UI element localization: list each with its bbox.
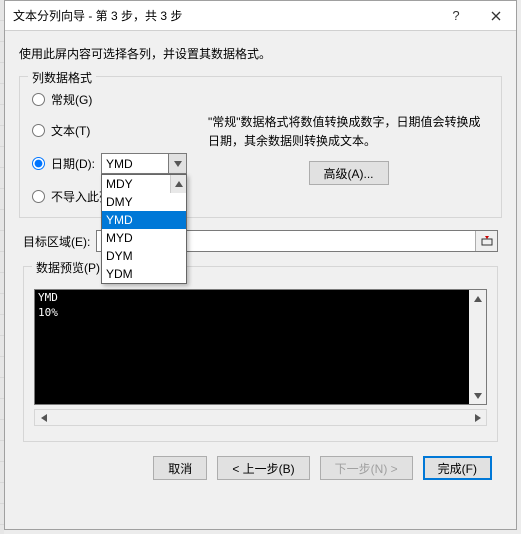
chevron-left-icon bbox=[41, 414, 47, 422]
date-format-dropdown[interactable]: MDYDMYYMDMYDDYMYDM bbox=[101, 174, 187, 284]
scroll-track[interactable] bbox=[52, 410, 469, 425]
preview-legend: 数据预览(P) bbox=[32, 259, 104, 276]
radio-text[interactable]: 文本(T) bbox=[32, 122, 192, 139]
preview-horizontal-scrollbar[interactable] bbox=[34, 409, 487, 426]
range-picker-icon bbox=[481, 236, 493, 246]
preview-group: 数据预览(P) YMD 10% bbox=[23, 266, 498, 442]
cancel-button[interactable]: 取消 bbox=[153, 456, 207, 480]
radio-date-label: 日期(D): bbox=[51, 155, 95, 172]
next-button: 下一步(N) > bbox=[320, 456, 413, 480]
preview-row: 10% bbox=[35, 305, 469, 320]
format-radios: 常规(G) 文本(T) 日期(D): YMD bbox=[32, 91, 192, 205]
footer-buttons: 取消 < 上一步(B) 下一步(N) > 完成(F) bbox=[19, 456, 502, 490]
dropdown-scroll-up[interactable] bbox=[170, 175, 186, 193]
close-button[interactable] bbox=[476, 1, 516, 31]
format-description-area: "常规"数据格式将数值转换成数字，日期值会转换成日期，其余数据则转换成文本。 高… bbox=[208, 91, 489, 205]
radio-date[interactable]: 日期(D): YMD bbox=[32, 153, 192, 174]
chevron-right-icon bbox=[475, 414, 481, 422]
dialog-content: 使用此屏内容可选择各列，并设置其数据格式。 列数据格式 常规(G) 文本(T) bbox=[5, 31, 516, 498]
chevron-up-icon bbox=[175, 181, 183, 187]
date-format-combo[interactable]: YMD MDYDMYYMDMYDDYMYDM bbox=[101, 153, 187, 174]
radio-skip-input[interactable] bbox=[32, 190, 45, 203]
chevron-up-icon bbox=[474, 296, 482, 302]
scroll-left-button[interactable] bbox=[35, 410, 52, 425]
radio-date-input[interactable] bbox=[32, 157, 45, 170]
radio-general-input[interactable] bbox=[32, 93, 45, 106]
chevron-down-icon bbox=[174, 161, 182, 167]
radio-text-label: 文本(T) bbox=[51, 122, 90, 139]
finish-button[interactable]: 完成(F) bbox=[423, 456, 492, 480]
target-row: 目标区域(E): bbox=[23, 230, 498, 252]
close-icon bbox=[491, 11, 501, 21]
wizard-dialog: 文本分列向导 - 第 3 步，共 3 步 ? 使用此屏内容可选择各列，并设置其数… bbox=[4, 0, 517, 530]
titlebar: 文本分列向导 - 第 3 步，共 3 步 ? bbox=[5, 1, 516, 31]
column-format-group: 列数据格式 常规(G) 文本(T) 日期(D): bbox=[19, 76, 502, 218]
help-button[interactable]: ? bbox=[436, 1, 476, 31]
preview-col-header: YMD bbox=[35, 290, 469, 305]
target-label: 目标区域(E): bbox=[23, 233, 90, 250]
radio-general-label: 常规(G) bbox=[51, 91, 92, 108]
scroll-down-button[interactable] bbox=[469, 387, 486, 404]
column-format-legend: 列数据格式 bbox=[28, 69, 96, 86]
scroll-right-button[interactable] bbox=[469, 410, 486, 425]
dialog-title: 文本分列向导 - 第 3 步，共 3 步 bbox=[13, 7, 436, 24]
advanced-button[interactable]: 高级(A)... bbox=[309, 161, 389, 185]
preview-vertical-scrollbar[interactable] bbox=[469, 290, 486, 404]
format-description: "常规"数据格式将数值转换成数字，日期值会转换成日期，其余数据则转换成文本。 bbox=[208, 113, 489, 151]
radio-text-input[interactable] bbox=[32, 124, 45, 137]
date-option[interactable]: YDM bbox=[102, 265, 186, 283]
scroll-up-button[interactable] bbox=[469, 290, 486, 307]
date-format-selected: YMD bbox=[102, 157, 168, 171]
chevron-down-icon bbox=[474, 393, 482, 399]
date-option[interactable]: YMD bbox=[102, 211, 186, 229]
instruction-text: 使用此屏内容可选择各列，并设置其数据格式。 bbox=[19, 45, 502, 62]
date-option[interactable]: DYM bbox=[102, 247, 186, 265]
back-button[interactable]: < 上一步(B) bbox=[217, 456, 309, 480]
combo-dropdown-button[interactable] bbox=[168, 154, 186, 173]
scroll-track[interactable] bbox=[469, 307, 486, 387]
date-option[interactable]: MYD bbox=[102, 229, 186, 247]
range-picker-button[interactable] bbox=[475, 231, 497, 251]
date-option[interactable]: DMY bbox=[102, 193, 186, 211]
preview-box[interactable]: YMD 10% bbox=[34, 289, 487, 405]
radio-general[interactable]: 常规(G) bbox=[32, 91, 192, 108]
